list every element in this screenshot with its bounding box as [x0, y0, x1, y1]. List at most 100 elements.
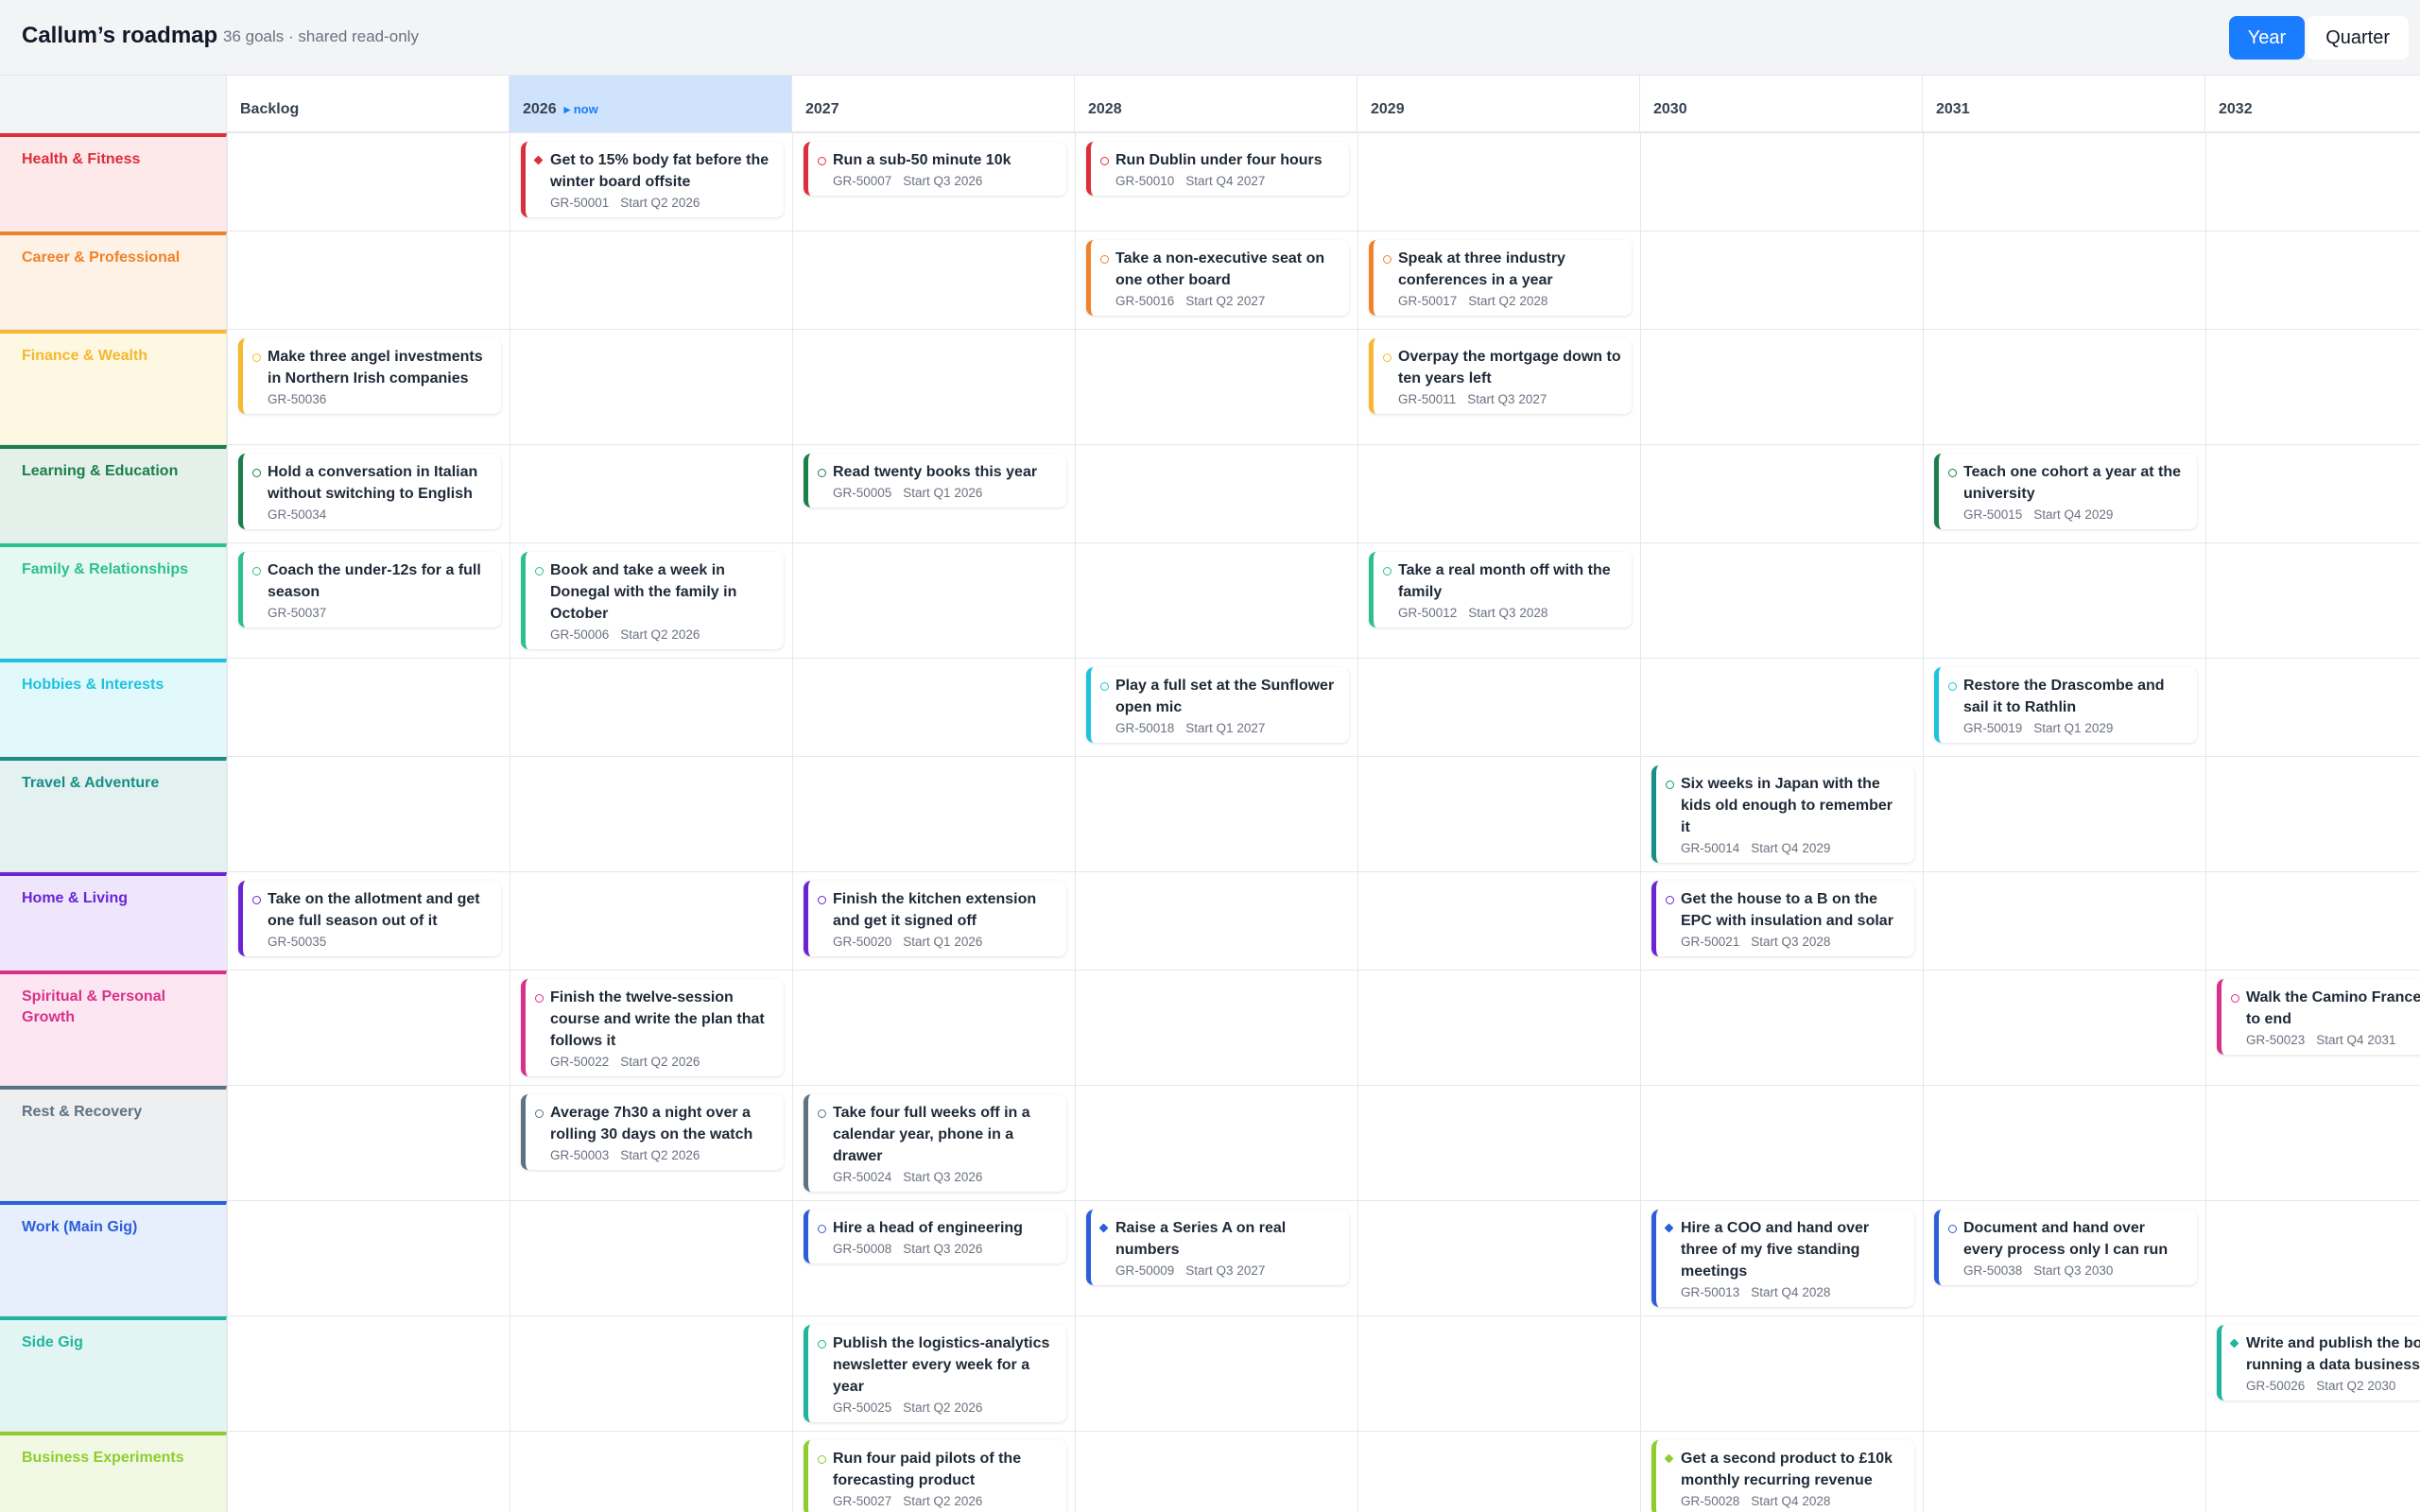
goal-id: GR-50021	[1681, 935, 1740, 949]
column-divider	[1357, 1432, 1358, 1512]
goal-title: Raise a Series A on real numbers	[1115, 1220, 1287, 1258]
column-header-backlog: Backlog	[227, 76, 510, 132]
goal-meta: GR-50013 Start Q4 2028	[1681, 1285, 1905, 1299]
status-open-icon	[1100, 255, 1109, 264]
goal-card[interactable]: Document and hand over every process onl…	[1934, 1210, 2197, 1285]
goal-card[interactable]: Run Dublin under four hours GR-50010 Start…	[1086, 142, 1349, 196]
goal-card[interactable]: Walk the Camino Frances end to end GR-500…	[2217, 979, 2420, 1055]
goal-start: Start Q1 2029	[2033, 721, 2114, 735]
column-divider	[1075, 872, 1076, 971]
goal-card[interactable]: Get a second product to £10k monthly rec…	[1651, 1440, 1914, 1512]
column-divider	[1075, 1316, 1076, 1432]
goal-card[interactable]: Hold a conversation in Italian without s…	[238, 454, 501, 529]
goal-meta: GR-50038 Start Q3 2030	[1963, 1263, 2187, 1278]
status-open-icon	[1948, 682, 1957, 691]
column-divider	[1923, 659, 1924, 757]
goal-card[interactable]: Hire a COO and hand over three of my fiv…	[1651, 1210, 1914, 1307]
goal-start: Start Q2 2026	[620, 196, 700, 210]
column-divider	[1640, 1432, 1641, 1512]
quarter-view-button[interactable]: Quarter	[2307, 16, 2409, 60]
goal-card[interactable]: Take four full weeks off in a calendar y…	[804, 1094, 1066, 1192]
category-label: Hobbies & Interests	[0, 659, 227, 756]
goal-card[interactable]: Book and take a week in Donegal with the…	[521, 552, 784, 649]
goal-meta: GR-50026 Start Q2 2030	[2246, 1379, 2420, 1393]
column-divider	[1640, 1086, 1641, 1201]
status-open-icon	[1383, 353, 1392, 362]
column-divider	[1357, 133, 1358, 232]
category-label: Work (Main Gig)	[0, 1201, 227, 1315]
goal-card[interactable]: Six weeks in Japan with the kids old eno…	[1651, 765, 1914, 863]
goal-id: GR-50018	[1115, 721, 1175, 735]
top-bar: Callum’s roadmap 36 goals · shared read-…	[0, 0, 2420, 76]
goal-meta: GR-50028 Start Q4 2028	[1681, 1494, 1905, 1508]
goal-card[interactable]: Average 7h30 a night over a rolling 30 d…	[521, 1094, 784, 1170]
goal-meta: GR-50016 Start Q2 2027	[1115, 294, 1340, 308]
goal-title: Restore the Drascombe and sail it to Rat…	[1963, 678, 2165, 715]
column-header-label: 2028	[1088, 101, 1122, 117]
goal-card[interactable]: Get the house to a B on the EPC with ins…	[1651, 881, 1914, 956]
status-open-icon	[818, 1225, 826, 1233]
goal-id: GR-50009	[1115, 1263, 1175, 1278]
status-open-icon	[252, 896, 261, 904]
goal-card[interactable]: Run four paid pilots of the forecasting …	[804, 1440, 1066, 1512]
column-divider	[1923, 330, 1924, 445]
column-divider	[227, 872, 228, 971]
status-active-icon	[1098, 1223, 1109, 1233]
status-open-icon	[1948, 469, 1957, 477]
goal-id: GR-50019	[1963, 721, 2023, 735]
goal-card[interactable]: Write and publish the book on running a …	[2217, 1325, 2420, 1400]
goal-card[interactable]: Finish the kitchen extension and get it …	[804, 881, 1066, 956]
status-active-icon	[1664, 1453, 1674, 1464]
category-label: Learning & Education	[0, 445, 227, 542]
goal-card[interactable]: Speak at three industry conferences in a…	[1369, 240, 1632, 316]
goal-start: Start Q2 2026	[903, 1400, 983, 1415]
column-divider	[1357, 232, 1358, 330]
category-row: Work (Main Gig) Hire a head of engineerin…	[0, 1200, 2420, 1316]
column-divider	[2205, 659, 2206, 757]
column-divider	[1923, 133, 1924, 232]
goal-card[interactable]: Raise a Series A on real numbers GR-50009…	[1086, 1210, 1349, 1285]
column-header-2028: 2028	[1075, 76, 1357, 132]
goal-title: Hire a COO and hand over three of my fiv…	[1681, 1220, 1870, 1280]
goal-id: GR-50023	[2246, 1033, 2306, 1047]
goal-id: GR-50022	[550, 1055, 610, 1069]
column-header-2026: 2026 ▸ now	[510, 76, 792, 132]
goal-card[interactable]: Hire a head of engineering GR-50008 Start …	[804, 1210, 1066, 1263]
goal-start: Start Q1 2026	[903, 935, 983, 949]
goal-card[interactable]: Coach the under-12s for a full season GR-…	[238, 552, 501, 627]
roadmap-grid: Backlog 2026 ▸ now 2027 2028 2029 2030 2031 2032…	[0, 76, 2420, 1512]
goal-card[interactable]: Publish the logistics-analytics newslett…	[804, 1325, 1066, 1422]
goal-card[interactable]: Overpay the mortgage down to ten years l…	[1369, 338, 1632, 414]
goal-title: Take a real month off with the family	[1398, 562, 1611, 600]
goal-card[interactable]: Read twenty books this year GR-50005 Start…	[804, 454, 1066, 507]
goal-card[interactable]: Teach one cohort a year at the universit…	[1934, 454, 2197, 529]
column-divider	[2205, 133, 2206, 232]
goal-card[interactable]: Take on the allotment and get one full s…	[238, 881, 501, 956]
goal-card[interactable]: Play a full set at the Sunflower open mi…	[1086, 667, 1349, 743]
column-divider	[1357, 1086, 1358, 1201]
goal-start: Start Q2 2026	[620, 1055, 700, 1069]
goal-card[interactable]: Run a sub-50 minute 10k GR-50007 Start Q3 …	[804, 142, 1066, 196]
column-divider	[1357, 445, 1358, 543]
category-row: Travel & Adventure Six weeks in Japan wit…	[0, 756, 2420, 872]
goal-card[interactable]: Finish the twelve-session course and wri…	[521, 979, 784, 1076]
goal-card[interactable]: Take a real month off with the family GR-…	[1369, 552, 1632, 627]
goal-title: Six weeks in Japan with the kids old eno…	[1681, 776, 1893, 835]
goal-meta: GR-50015 Start Q4 2029	[1963, 507, 2187, 522]
year-view-button[interactable]: Year	[2228, 16, 2306, 60]
goal-id: GR-50034	[268, 507, 327, 522]
goal-card[interactable]: Make three angel investments in Northern…	[238, 338, 501, 414]
column-divider	[1923, 1201, 1924, 1316]
goal-card[interactable]: Restore the Drascombe and sail it to Rat…	[1934, 667, 2197, 743]
status-open-icon	[1666, 896, 1674, 904]
column-divider	[1075, 1201, 1076, 1316]
column-divider	[1923, 1432, 1924, 1512]
goal-card[interactable]: Get to 15% body fat before the winter bo…	[521, 142, 784, 217]
goal-card[interactable]: Take a non-executive seat on one other b…	[1086, 240, 1349, 316]
category-label: Finance & Wealth	[0, 330, 227, 444]
goal-id: GR-50013	[1681, 1285, 1740, 1299]
category-row: Family & Relationships Coach the under-12…	[0, 542, 2420, 659]
column-divider	[792, 330, 793, 445]
goal-id: GR-50011	[1398, 392, 1457, 406]
category-row: Side Gig Publish the logistics-analytics …	[0, 1315, 2420, 1432]
